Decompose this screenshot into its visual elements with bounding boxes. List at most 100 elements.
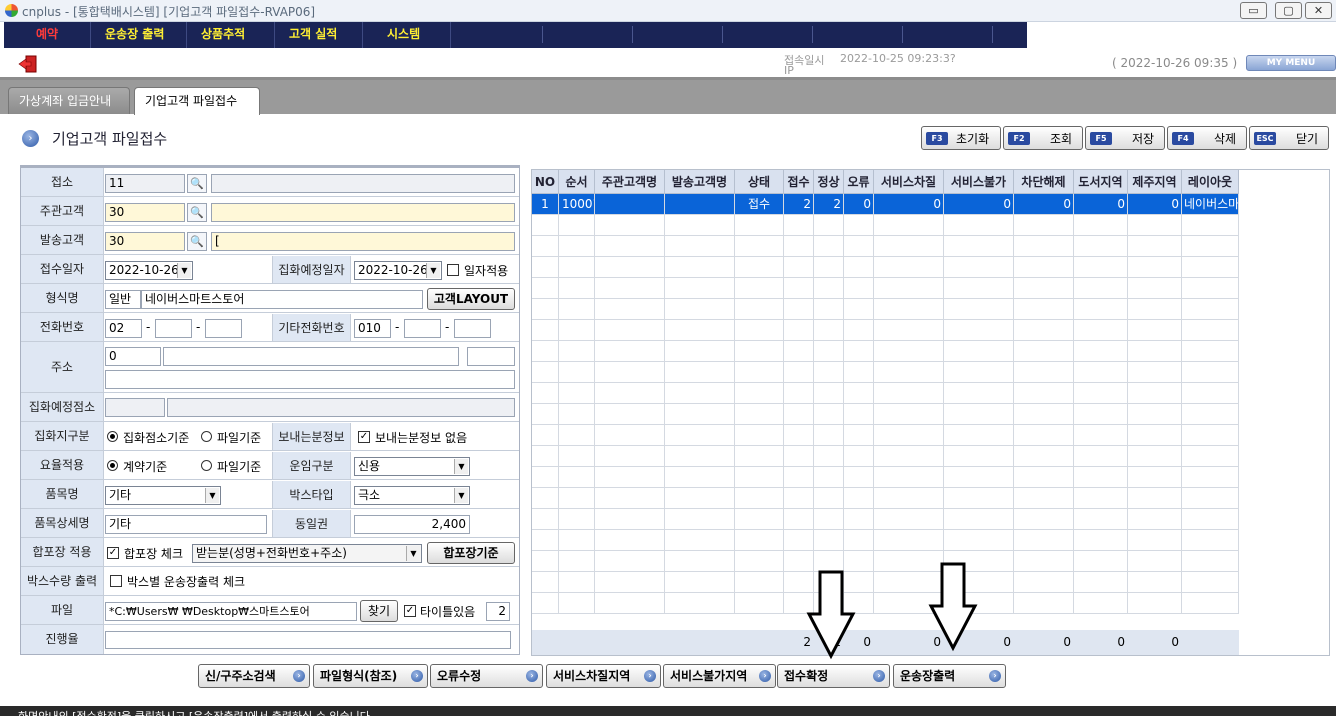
grid-empty-cell[interactable] — [595, 257, 665, 278]
grid-empty-cell[interactable] — [735, 467, 784, 488]
service-issue-area-button[interactable]: 서비스차질지역 › — [546, 664, 661, 688]
grid-empty-cell[interactable] — [1074, 215, 1128, 236]
grid-empty-cell[interactable] — [1128, 425, 1182, 446]
item-select[interactable]: 기타 ▼ — [105, 486, 221, 505]
grid-empty-cell[interactable] — [1128, 257, 1182, 278]
grid-empty-cell[interactable] — [1128, 236, 1182, 257]
grid-empty-cell[interactable] — [532, 341, 559, 362]
reception-name-input[interactable] — [211, 174, 515, 193]
grid-empty-cell[interactable] — [944, 467, 1014, 488]
grid-empty-cell[interactable] — [844, 236, 874, 257]
grid-empty-cell[interactable] — [559, 404, 595, 425]
grid-empty-cell[interactable] — [1014, 257, 1074, 278]
grid-empty-cell[interactable] — [944, 383, 1014, 404]
grid-empty-cell[interactable] — [532, 215, 559, 236]
grid-empty-cell[interactable] — [814, 278, 844, 299]
grid-empty-cell[interactable] — [559, 593, 595, 614]
grid-empty-cell[interactable] — [784, 488, 814, 509]
grid-empty-cell[interactable] — [1128, 572, 1182, 593]
shipper-name-input[interactable] — [211, 203, 515, 222]
reception-code-input[interactable]: 11 — [105, 174, 185, 193]
grid-empty-cell[interactable] — [1014, 362, 1074, 383]
grid-header[interactable]: 정상 — [814, 170, 844, 194]
grid-empty-cell[interactable] — [665, 236, 735, 257]
phone-mid-input[interactable] — [155, 319, 192, 338]
grid-cell-status[interactable]: 접수 — [735, 194, 784, 215]
grid-empty-cell[interactable] — [532, 278, 559, 299]
grid-empty-cell[interactable] — [944, 278, 1014, 299]
grid-empty-cell[interactable] — [844, 488, 874, 509]
grid-empty-cell[interactable] — [944, 509, 1014, 530]
grid-empty-cell[interactable] — [784, 425, 814, 446]
grid-empty-cell[interactable] — [559, 299, 595, 320]
shipper-search-icon[interactable]: 🔍 — [187, 203, 207, 222]
grid-empty-cell[interactable] — [1014, 320, 1074, 341]
address-detail-input[interactable] — [105, 370, 515, 389]
grid-empty-cell[interactable] — [1128, 215, 1182, 236]
grid-empty-cell[interactable] — [1074, 341, 1128, 362]
grid-empty-cell[interactable] — [874, 320, 944, 341]
pickup-file-radio[interactable] — [201, 431, 212, 442]
grid-empty-cell[interactable] — [735, 404, 784, 425]
grid-empty-cell[interactable] — [532, 425, 559, 446]
grid-empty-cell[interactable] — [559, 341, 595, 362]
grid-empty-cell[interactable] — [1074, 467, 1128, 488]
grid-empty-cell[interactable] — [814, 236, 844, 257]
grid-empty-cell[interactable] — [784, 446, 814, 467]
grid-empty-cell[interactable] — [1014, 299, 1074, 320]
grid-empty-cell[interactable] — [814, 404, 844, 425]
grid-empty-cell[interactable] — [1182, 341, 1239, 362]
grid-empty-cell[interactable] — [944, 299, 1014, 320]
grid-empty-cell[interactable] — [874, 341, 944, 362]
grid-empty-cell[interactable] — [1014, 593, 1074, 614]
grid-empty-cell[interactable] — [874, 404, 944, 425]
grid-empty-cell[interactable] — [559, 551, 595, 572]
grid-empty-cell[interactable] — [814, 467, 844, 488]
box-qty-checkbox[interactable] — [110, 575, 122, 587]
combine-checkbox[interactable]: ✓ — [107, 547, 119, 559]
grid-empty-cell[interactable] — [735, 341, 784, 362]
other-phone-area-input[interactable]: 010 — [354, 319, 391, 338]
grid-empty-cell[interactable] — [1014, 236, 1074, 257]
address-extra-input[interactable] — [467, 347, 515, 366]
grid-empty-cell[interactable] — [944, 488, 1014, 509]
grid-empty-cell[interactable] — [1074, 425, 1128, 446]
grid-empty-cell[interactable] — [1128, 362, 1182, 383]
grid-empty-cell[interactable] — [814, 509, 844, 530]
grid-empty-cell[interactable] — [1182, 320, 1239, 341]
grid-cell-island[interactable]: 0 — [1074, 194, 1128, 215]
grid-empty-cell[interactable] — [595, 404, 665, 425]
grid-empty-cell[interactable] — [532, 509, 559, 530]
freight-select[interactable]: 신용 ▼ — [354, 457, 470, 476]
reset-button[interactable]: F3 초기화 — [921, 126, 1001, 150]
grid-empty-cell[interactable] — [1128, 299, 1182, 320]
grid-cell-unblock[interactable]: 0 — [1014, 194, 1074, 215]
grid-empty-cell[interactable] — [1182, 383, 1239, 404]
grid-empty-cell[interactable] — [1128, 530, 1182, 551]
grid-empty-cell[interactable] — [665, 488, 735, 509]
grid-empty-cell[interactable] — [595, 425, 665, 446]
grid-empty-cell[interactable] — [784, 236, 814, 257]
close-window-button[interactable]: ✕ — [1305, 2, 1332, 19]
box-type-select[interactable]: 극소 ▼ — [354, 486, 470, 505]
grid-empty-cell[interactable] — [665, 425, 735, 446]
format-type-input[interactable]: 일반 — [105, 290, 141, 309]
menu-waybill-print[interactable]: 운송장 출력 — [91, 22, 187, 48]
grid-header[interactable]: 발송고객명 — [665, 170, 735, 194]
grid-cell-error[interactable]: 0 — [844, 194, 874, 215]
grid-empty-cell[interactable] — [784, 383, 814, 404]
grid-empty-cell[interactable] — [665, 341, 735, 362]
grid-empty-cell[interactable] — [532, 467, 559, 488]
recv-date-select[interactable]: 2022-10-26 ▼ — [105, 261, 193, 280]
grid-empty-cell[interactable] — [1074, 278, 1128, 299]
grid-empty-cell[interactable] — [1128, 488, 1182, 509]
grid-empty-cell[interactable] — [559, 572, 595, 593]
grid-empty-cell[interactable] — [532, 572, 559, 593]
grid-empty-cell[interactable] — [844, 215, 874, 236]
my-menu-button[interactable]: MY MENU — [1246, 55, 1336, 71]
address-search-button[interactable]: 신/구주소검색 › — [198, 664, 310, 688]
grid-empty-cell[interactable] — [1014, 383, 1074, 404]
grid-empty-cell[interactable] — [814, 446, 844, 467]
grid-empty-cell[interactable] — [1014, 278, 1074, 299]
grid-header[interactable]: 도서지역 — [1074, 170, 1128, 194]
